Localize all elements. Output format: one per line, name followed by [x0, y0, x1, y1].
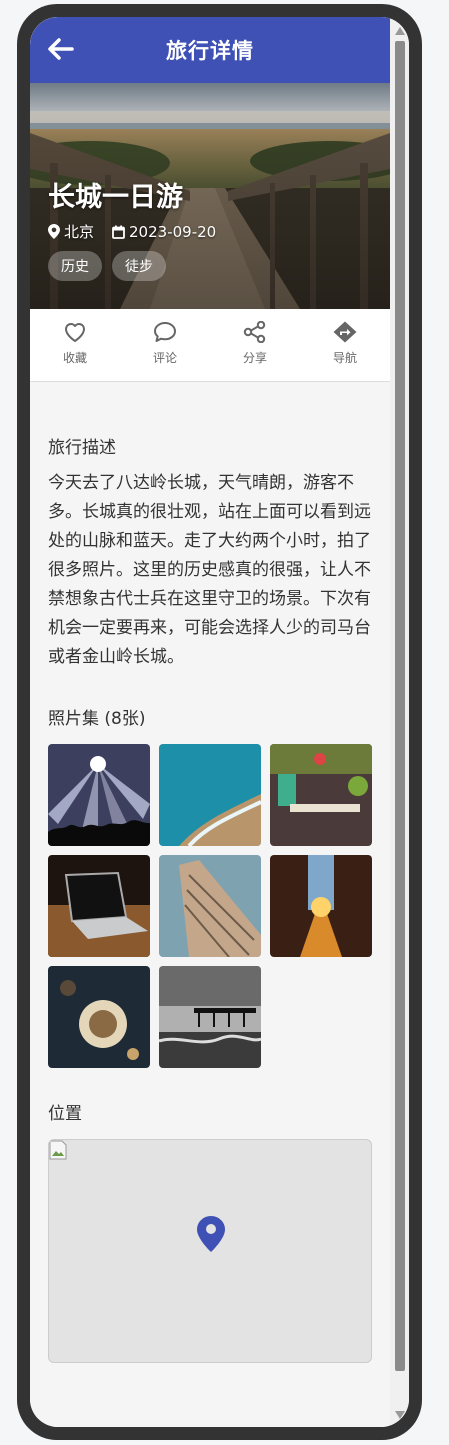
location-heading: 位置	[48, 1104, 82, 1124]
photo-concert[interactable]	[48, 744, 150, 846]
share-label: 分享	[242, 351, 267, 365]
share-button[interactable]: 分享	[210, 309, 300, 381]
map-pin-icon	[197, 1216, 225, 1252]
navigate-label: 导航	[332, 351, 357, 365]
trip-title: 长城一日游	[48, 182, 183, 213]
photo-street-sunset[interactable]	[270, 855, 372, 957]
comment-button[interactable]: 评论	[120, 309, 210, 381]
photo-food[interactable]	[48, 966, 150, 1068]
heart-icon	[65, 323, 85, 342]
tag-hiking[interactable]: 徒步	[112, 251, 166, 281]
scroll-down-icon[interactable]	[395, 1411, 405, 1419]
description-heading: 旅行描述	[48, 438, 116, 458]
phone-frame: 旅行详情 长城一日游 北京 2023-09-20 历史 徒步 收藏 评论 分享 …	[17, 4, 422, 1440]
description-text: 今天去了八达岭长城，天气晴朗，游客不多。长城真的很壮观，站在上面可以看到远处的山…	[48, 473, 371, 667]
comment-icon	[154, 322, 176, 342]
scrollbar[interactable]	[390, 17, 409, 1427]
gallery-heading: 照片集 (8张)	[48, 709, 146, 729]
tag-list: 历史 徒步	[48, 251, 176, 281]
broken-image-icon	[49, 1140, 67, 1160]
photo-pier[interactable]	[159, 966, 261, 1068]
photo-building[interactable]	[159, 855, 261, 957]
navigate-button[interactable]: 导航	[300, 309, 390, 381]
share-icon	[243, 321, 266, 343]
comment-label: 评论	[152, 351, 177, 365]
app-header: 旅行详情	[30, 17, 390, 83]
location-map[interactable]	[48, 1139, 372, 1363]
directions-icon	[333, 321, 357, 343]
tag-history[interactable]: 历史	[48, 251, 102, 281]
screen: 旅行详情 长城一日游 北京 2023-09-20 历史 徒步 收藏 评论 分享 …	[30, 17, 409, 1427]
favorite-label: 收藏	[62, 351, 87, 365]
scroll-up-icon[interactable]	[395, 27, 405, 35]
page-content: 旅行详情 长城一日游 北京 2023-09-20 历史 徒步 收藏 评论 分享 …	[30, 17, 390, 1427]
location-text: 北京	[64, 223, 95, 241]
calendar-icon	[112, 225, 125, 239]
favorite-button[interactable]: 收藏	[30, 309, 120, 381]
date-text: 2023-09-20	[129, 222, 217, 241]
trip-meta: 北京 2023-09-20	[48, 221, 234, 242]
photo-laptop[interactable]	[48, 855, 150, 957]
page-title: 旅行详情	[166, 39, 254, 63]
scroll-thumb[interactable]	[395, 41, 405, 1371]
photo-cafe[interactable]	[270, 744, 372, 846]
location-meta: 北京	[48, 221, 94, 242]
map-marker-icon	[48, 224, 60, 239]
hero-image: 长城一日游 北京 2023-09-20 历史 徒步	[30, 83, 390, 309]
date-meta: 2023-09-20	[112, 223, 216, 241]
photo-coastline[interactable]	[159, 744, 261, 846]
action-bar: 收藏 评论 分享 导航	[30, 309, 390, 382]
